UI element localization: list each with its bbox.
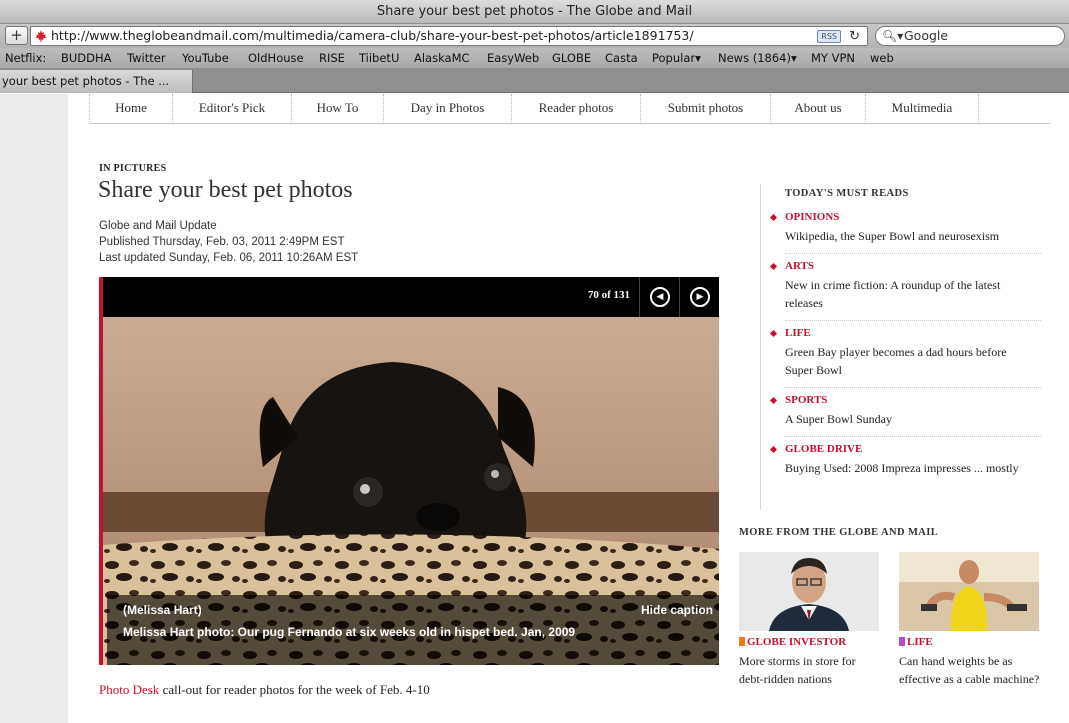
address-bar[interactable]: http://www.theglobeandmail.com/multimedi…: [30, 26, 868, 46]
nav-item-about-us[interactable]: About us: [770, 94, 865, 124]
article-kicker: IN PICTURES: [99, 163, 167, 174]
nav-item-reader-photos[interactable]: Reader photos: [511, 94, 640, 124]
article-updated: Last updated Sunday, Feb. 06, 2011 10:26…: [99, 252, 359, 264]
divider: [785, 253, 1041, 254]
more-link[interactable]: Can hand weights be as effective as a ca…: [899, 652, 1041, 688]
search-placeholder: Google: [904, 28, 949, 43]
must-read-category[interactable]: LIFE: [785, 327, 811, 339]
divider: [785, 436, 1041, 437]
gallery-photo: (Melissa Hart) Hide caption Melissa Hart…: [99, 317, 719, 665]
callout-body: call-out for reader photos for the week …: [159, 682, 430, 697]
must-read-category[interactable]: ARTS: [785, 260, 814, 272]
bookmark-item[interactable]: News (1864)▾: [718, 48, 797, 68]
gallery-counter: 70 of 131: [587, 289, 630, 301]
category-square-icon: [899, 637, 905, 646]
divider: [785, 320, 1041, 321]
diamond-bullet-icon: [769, 396, 778, 405]
bookmark-item[interactable]: RISE: [319, 48, 345, 68]
more-link[interactable]: More storms in store for debt-ridden nat…: [739, 652, 881, 688]
more-category-label[interactable]: LIFE: [907, 636, 933, 648]
bookmark-item[interactable]: Twitter: [127, 48, 166, 68]
must-read-link[interactable]: Buying Used: 2008 Impreza impresses ... …: [785, 459, 1037, 477]
diamond-bullet-icon: [769, 329, 778, 338]
tab-active[interactable]: your best pet photos - The ...: [0, 70, 193, 93]
bookmark-item[interactable]: OldHouse: [248, 48, 304, 68]
more-category[interactable]: LIFE: [899, 636, 933, 648]
tab-bar: your best pet photos - The ...: [0, 68, 1069, 93]
more-category[interactable]: GLOBE INVESTOR: [739, 636, 846, 648]
address-toolbar: + http://www.theglobeandmail.com/multime…: [0, 24, 1069, 48]
photo-caption: (Melissa Hart) Hide caption Melissa Hart…: [107, 595, 719, 665]
must-read-link[interactable]: New in crime fiction: A roundup of the l…: [785, 276, 1037, 312]
maple-leaf-icon: [35, 30, 47, 42]
must-reads-title: TODAY'S MUST READS: [785, 188, 909, 199]
gallery-controls: 70 of 131 ◀ ▶: [99, 277, 719, 317]
chevron-right-icon: ▶: [690, 287, 710, 307]
bookmark-item[interactable]: Netflix:: [5, 48, 46, 68]
category-square-icon: [739, 637, 745, 646]
callout-text: Photo Desk call-out for reader photos fo…: [99, 682, 430, 698]
caption-text: Melissa Hart photo: Our pug Fernando at …: [123, 625, 576, 639]
rss-button[interactable]: RSS: [817, 30, 841, 43]
photo-credit: (Melissa Hart): [123, 603, 202, 617]
hide-caption-button[interactable]: Hide caption: [641, 603, 713, 617]
nav-item-home[interactable]: Home: [89, 94, 172, 124]
bookmarks-bar: Netflix: BUDDHA Twitter YouTube OldHouse…: [0, 48, 1069, 68]
bookmark-item[interactable]: BUDDHA: [61, 48, 112, 68]
nav-item-day-in-photos[interactable]: Day in Photos: [383, 94, 511, 124]
bookmark-item[interactable]: TiibetU: [359, 48, 399, 68]
must-read-category[interactable]: OPINIONS: [785, 211, 839, 223]
nav-item-multimedia[interactable]: Multimedia: [865, 94, 979, 124]
bookmark-item[interactable]: Popular▾: [652, 48, 701, 68]
search-icon: 🔍︎▾: [882, 29, 904, 43]
must-read-link[interactable]: Green Bay player becomes a dad hours bef…: [785, 343, 1037, 379]
nav-item-editors-pick[interactable]: Editor's Pick: [172, 94, 291, 124]
article-source: Globe and Mail Update: [99, 220, 217, 232]
must-read-category[interactable]: SPORTS: [785, 394, 827, 406]
address-bar-url: http://www.theglobeandmail.com/multimedi…: [51, 28, 694, 43]
article-published: Published Thursday, Feb. 03, 2011 2:49PM…: [99, 236, 345, 248]
chevron-left-icon: ◀: [650, 287, 670, 307]
divider: [785, 387, 1041, 388]
diamond-bullet-icon: [769, 262, 778, 271]
must-read-category[interactable]: GLOBE DRIVE: [785, 443, 862, 455]
diamond-bullet-icon: [769, 445, 778, 454]
photo-desk-link[interactable]: Photo Desk: [99, 682, 159, 697]
search-input[interactable]: 🔍︎▾ Google: [875, 26, 1065, 46]
gallery-prev-button[interactable]: ◀: [639, 277, 679, 317]
page-gutter: [0, 94, 68, 723]
more-category-label[interactable]: GLOBE INVESTOR: [747, 636, 846, 648]
bookmark-item[interactable]: MY VPN: [811, 48, 855, 68]
site-navigation: Home Editor's Pick How To Day in Photos …: [89, 94, 1050, 124]
more-from-title: MORE FROM THE GLOBE AND MAIL: [739, 527, 939, 538]
investor-thumbnail[interactable]: [739, 552, 879, 631]
must-reads-panel: TODAY'S MUST READS OPINIONS Wikipedia, t…: [760, 184, 1041, 509]
bookmark-item[interactable]: Casta: [605, 48, 638, 68]
gallery-next-button[interactable]: ▶: [679, 277, 719, 317]
fitness-photo-image: [899, 552, 1039, 631]
bookmark-item[interactable]: AlaskaMC: [414, 48, 470, 68]
window-title: Share your best pet photos - The Globe a…: [0, 0, 1069, 24]
diamond-bullet-icon: [769, 213, 778, 222]
must-read-link[interactable]: A Super Bowl Sunday: [785, 410, 1037, 428]
must-read-link[interactable]: Wikipedia, the Super Bowl and neurosexis…: [785, 227, 1037, 245]
life-thumbnail[interactable]: [899, 552, 1039, 631]
nav-item-submit-photos[interactable]: Submit photos: [640, 94, 770, 124]
reload-icon[interactable]: ↻: [849, 28, 860, 46]
person-photo-image: [739, 552, 879, 631]
nav-item-how-to[interactable]: How To: [291, 94, 383, 124]
bookmark-item[interactable]: web: [870, 48, 894, 68]
add-bookmark-button[interactable]: +: [5, 26, 28, 45]
bookmark-item[interactable]: EasyWeb: [487, 48, 539, 68]
page-title: Share your best pet photos: [98, 177, 353, 203]
bookmark-item[interactable]: GLOBE: [552, 48, 591, 68]
bookmark-item[interactable]: YouTube: [182, 48, 229, 68]
